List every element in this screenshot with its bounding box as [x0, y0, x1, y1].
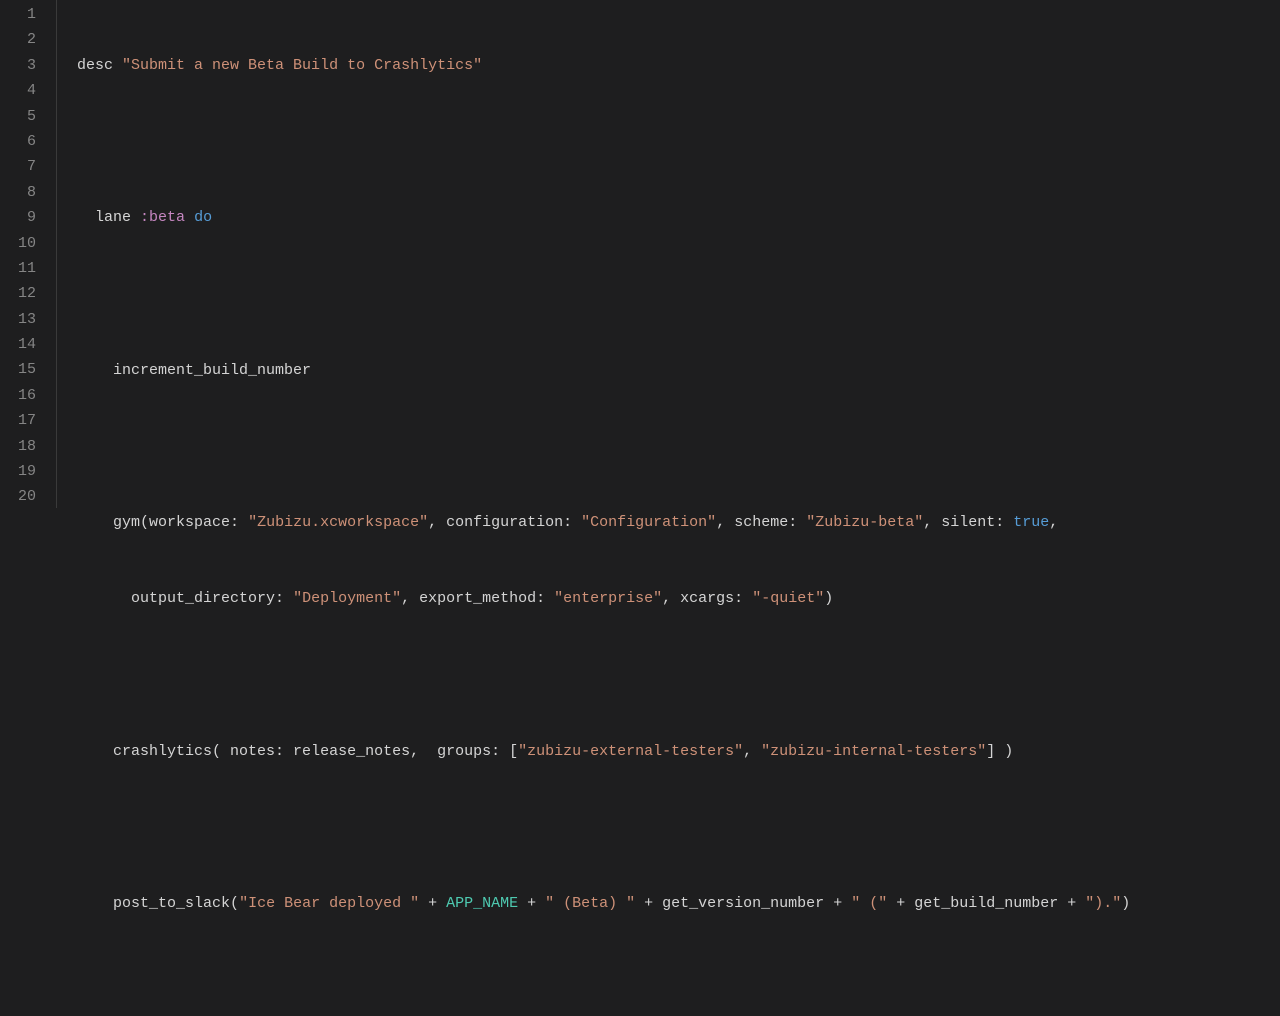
line-number: 4 — [0, 78, 36, 103]
code-line: lane :beta do — [77, 205, 1130, 230]
line-number: 10 — [0, 231, 36, 256]
code-line: desc "Submit a new Beta Build to Crashly… — [77, 53, 1130, 78]
function-call: crashlytics — [113, 743, 212, 760]
code-line — [77, 434, 1130, 459]
string-literal: "Zubizu-beta" — [806, 514, 923, 531]
line-number: 2 — [0, 27, 36, 52]
line-number: 14 — [0, 332, 36, 357]
keyword-lane: lane — [95, 209, 131, 226]
string-literal: " (Beta) " — [545, 895, 635, 912]
line-number: 17 — [0, 408, 36, 433]
op: + get_version_number + — [635, 895, 851, 912]
line-number: 7 — [0, 154, 36, 179]
punct: (workspace: — [140, 514, 239, 531]
op: + — [518, 895, 545, 912]
line-number: 5 — [0, 104, 36, 129]
line-number: 13 — [0, 307, 36, 332]
string-literal: "zubizu-external-testers" — [518, 743, 743, 760]
punct: , silent: — [923, 514, 1004, 531]
string-literal: "Deployment" — [293, 590, 401, 607]
line-number: 19 — [0, 459, 36, 484]
line-number: 20 — [0, 484, 36, 509]
function-call: increment_build_number — [113, 362, 311, 379]
keyword-do: do — [194, 209, 212, 226]
line-number: 12 — [0, 281, 36, 306]
punct: ] ) — [986, 743, 1013, 760]
keyword-desc: desc — [77, 57, 113, 74]
code-line — [77, 815, 1130, 840]
bool-literal: true — [1013, 514, 1049, 531]
punct: ) — [1121, 895, 1130, 912]
string-literal: "enterprise" — [554, 590, 662, 607]
punct: , export_method: — [401, 590, 545, 607]
code-editor: 1 2 3 4 5 6 7 8 9 10 11 12 13 14 15 16 1… — [0, 0, 1280, 508]
line-number: 11 — [0, 256, 36, 281]
code-line: increment_build_number — [77, 358, 1130, 383]
code-line — [77, 281, 1130, 306]
punct: ( notes: release_notes, groups: [ — [212, 743, 518, 760]
code-line — [77, 662, 1130, 687]
param: output_directory: — [131, 590, 284, 607]
code-line — [77, 967, 1130, 992]
line-number: 18 — [0, 434, 36, 459]
string-literal: "Configuration" — [581, 514, 716, 531]
code-line — [77, 129, 1130, 154]
constant: APP_NAME — [446, 895, 518, 912]
punct: , scheme: — [716, 514, 797, 531]
punct: , xcargs: — [662, 590, 743, 607]
code-line: gym(workspace: "Zubizu.xcworkspace", con… — [77, 510, 1130, 535]
line-number: 3 — [0, 53, 36, 78]
line-number: 16 — [0, 383, 36, 408]
code-line: output_directory: "Deployment", export_m… — [77, 586, 1130, 611]
punct: , configuration: — [428, 514, 572, 531]
string-literal: "zubizu-internal-testers" — [761, 743, 986, 760]
string-literal: "Submit a new Beta Build to Crashlytics" — [122, 57, 482, 74]
code-area[interactable]: desc "Submit a new Beta Build to Crashly… — [57, 0, 1130, 508]
line-number: 1 — [0, 2, 36, 27]
line-number: 15 — [0, 357, 36, 382]
symbol: :beta — [140, 209, 185, 226]
string-literal: " (" — [851, 895, 887, 912]
line-number: 6 — [0, 129, 36, 154]
op: + — [419, 895, 446, 912]
op: + get_build_number + — [887, 895, 1085, 912]
line-number-gutter: 1 2 3 4 5 6 7 8 9 10 11 12 13 14 15 16 1… — [0, 0, 57, 508]
punct: ( — [230, 895, 239, 912]
punct: , — [1049, 514, 1058, 531]
string-literal: "-quiet" — [752, 590, 824, 607]
string-literal: "Ice Bear deployed " — [239, 895, 419, 912]
code-line: crashlytics( notes: release_notes, group… — [77, 739, 1130, 764]
code-line: post_to_slack("Ice Bear deployed " + APP… — [77, 891, 1130, 916]
line-number: 9 — [0, 205, 36, 230]
string-literal: "Zubizu.xcworkspace" — [248, 514, 428, 531]
line-number: 8 — [0, 180, 36, 205]
punct: , — [743, 743, 761, 760]
function-call: gym — [113, 514, 140, 531]
punct: ) — [824, 590, 833, 607]
string-literal: ")." — [1085, 895, 1121, 912]
function-call: post_to_slack — [113, 895, 230, 912]
